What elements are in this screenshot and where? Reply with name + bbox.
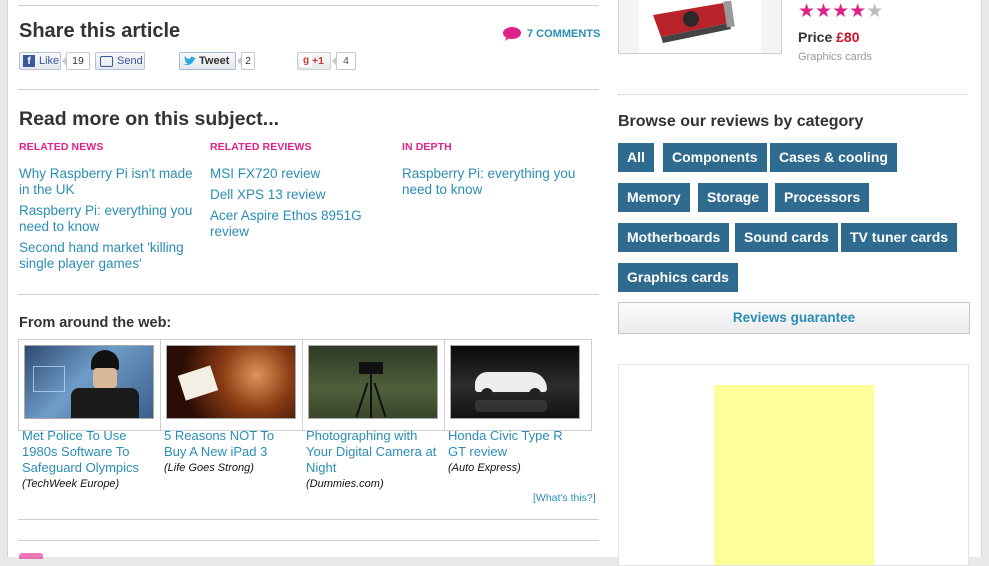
web-item-title[interactable]: Honda Civic Type R GT review [448, 428, 583, 460]
star-filled-icon: ★ [798, 1, 816, 22]
send-label: Send [117, 55, 143, 67]
web-item-source: (Auto Express) [448, 462, 521, 474]
reviews-guarantee-button[interactable]: Reviews guarantee [618, 302, 970, 334]
facebook-send-button[interactable]: Send [95, 52, 145, 70]
related-reviews-column: RELATED REVIEWS MSI FX720 review Dell XP… [210, 141, 385, 240]
honda-car-photo [450, 345, 580, 419]
facebook-like-button[interactable]: f Like [19, 52, 61, 70]
related-news-label: RELATED NEWS [19, 141, 104, 153]
comments-link[interactable]: 7 COMMENTS [503, 27, 600, 41]
web-thumbnail[interactable] [160, 339, 308, 431]
boy-ipad-photo [166, 345, 296, 419]
like-count: 19 [62, 52, 90, 70]
category-memory-button[interactable]: Memory [618, 183, 690, 212]
ad-container [618, 364, 969, 566]
tweet-count: 2 [237, 52, 255, 70]
web-item: 5 Reasons NOT To Buy A New iPad 3 (Life … [164, 428, 299, 474]
category-components-button[interactable]: Components [663, 143, 767, 172]
camera-tripod-photo [308, 345, 438, 419]
price-value: £80 [836, 29, 860, 45]
product-category: Graphics cards [798, 51, 872, 63]
divider [18, 89, 599, 90]
related-reviews-label: RELATED REVIEWS [210, 141, 312, 153]
in-depth-item[interactable]: Raspberry Pi: everything you need to kno… [402, 166, 582, 198]
related-news-item[interactable]: Raspberry Pi: everything you need to kno… [19, 203, 204, 235]
speech-bubble-icon [503, 27, 521, 41]
category-storage-button[interactable]: Storage [698, 183, 769, 212]
divider [18, 519, 599, 520]
category-sound-cards-button[interactable]: Sound cards [735, 223, 838, 252]
web-item-title[interactable]: Photographing with Your Digital Camera a… [306, 428, 441, 476]
police-photo [24, 345, 154, 419]
web-item: Met Police To Use 1980s Software To Safe… [22, 428, 157, 490]
category-tv-tuner-cards-button[interactable]: TV tuner cards [841, 223, 958, 252]
page: Share this article 7 COMMENTS f Like 19 … [7, 0, 982, 566]
share-title: Share this article [19, 20, 181, 42]
google-plus-one-button[interactable]: g +1 [297, 52, 331, 70]
web-thumbnail[interactable] [302, 339, 450, 431]
product-image-frame[interactable] [618, 0, 782, 54]
facebook-icon: f [23, 55, 35, 67]
in-depth-label: IN DEPTH [402, 141, 452, 153]
web-item-source: (Life Goes Strong) [164, 462, 254, 474]
web-item: Honda Civic Type R GT review (Auto Expre… [448, 428, 583, 474]
section-icon [19, 553, 43, 559]
star-filled-icon: ★ [849, 1, 867, 22]
related-review-item[interactable]: Acer Aspire Ethos 8951G review [210, 208, 370, 240]
like-label: Like [39, 55, 60, 67]
category-all-button[interactable]: All [618, 143, 654, 172]
related-news-item[interactable]: Why Raspberry Pi isn't made in the UK [19, 166, 204, 198]
divider [18, 294, 599, 295]
category-motherboards-button[interactable]: Motherboards [618, 223, 730, 252]
comments-count: 7 COMMENTS [527, 28, 601, 40]
google-plus-icon: g [300, 55, 312, 67]
price-row: Price £80 [798, 29, 860, 45]
web-item-source: (TechWeek Europe) [22, 478, 120, 490]
web-item-title[interactable]: Met Police To Use 1980s Software To Safe… [22, 428, 157, 476]
ad-placeholder[interactable] [714, 385, 874, 565]
category-graphics-cards-button[interactable]: Graphics cards [618, 263, 738, 292]
send-icon [100, 56, 113, 67]
gplus-label: +1 [312, 55, 324, 67]
category-cases-cooling-button[interactable]: Cases & cooling [770, 143, 897, 172]
in-depth-column: IN DEPTH Raspberry Pi: everything you ne… [402, 141, 582, 198]
whats-this-link[interactable]: [What's this?] [533, 492, 596, 504]
related-news-item[interactable]: Second hand market 'killing single playe… [19, 240, 204, 272]
graphics-card-image [639, 0, 761, 53]
browse-title: Browse our reviews by category [618, 113, 864, 130]
rating-stars: ★★★★★ [798, 2, 883, 22]
divider [618, 94, 968, 95]
star-filled-icon: ★ [815, 1, 833, 22]
tweet-label: Tweet [199, 55, 230, 67]
star-empty-icon: ★ [866, 1, 884, 22]
web-thumbnail[interactable] [18, 339, 166, 431]
star-filled-icon: ★ [832, 1, 850, 22]
divider [18, 540, 599, 541]
web-thumbnail[interactable] [444, 339, 592, 431]
divider [18, 5, 599, 6]
related-review-item[interactable]: Dell XPS 13 review [210, 187, 385, 203]
read-more-title: Read more on this subject... [19, 108, 280, 130]
web-item-source: (Dummies.com) [306, 478, 384, 490]
twitter-bird-icon [183, 55, 197, 72]
web-title: From around the web: [19, 315, 172, 331]
web-item: Photographing with Your Digital Camera a… [306, 428, 441, 490]
category-processors-button[interactable]: Processors [775, 183, 870, 212]
related-review-item[interactable]: MSI FX720 review [210, 166, 385, 182]
tweet-button[interactable]: Tweet [179, 52, 236, 70]
gplus-count: 4 [332, 52, 356, 70]
price-label: Price [798, 29, 833, 45]
web-item-title[interactable]: 5 Reasons NOT To Buy A New iPad 3 [164, 428, 299, 460]
related-news-column: RELATED NEWS Why Raspberry Pi isn't made… [19, 141, 204, 272]
